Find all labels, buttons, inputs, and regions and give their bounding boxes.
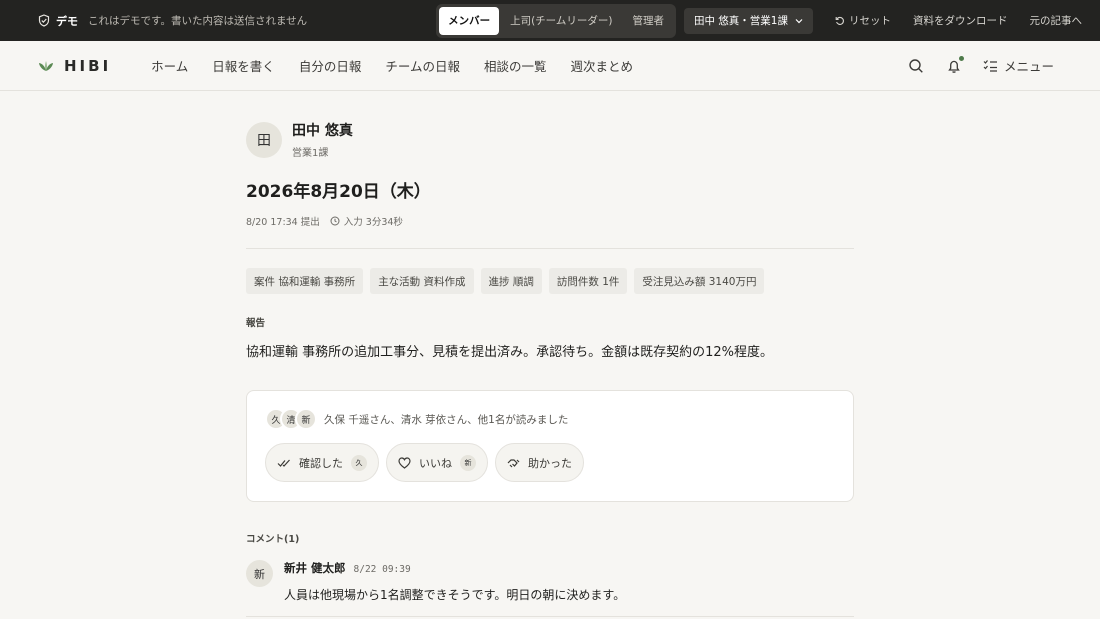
comment-item: 新 新井 健太郎 8/22 09:39 人員は他現場から1名調整できそうです。明… <box>246 560 854 603</box>
like-label: いいね <box>419 456 452 470</box>
comments-label: コメント(1) <box>246 534 300 545</box>
report-tags: 案件 協和運輸 事務所 主な活動 資料作成 進捗 順調 訪問件数 1件 受注見込… <box>246 268 854 294</box>
notification-dot <box>958 55 964 61</box>
logo-text: HIBI <box>64 56 112 75</box>
reset-label: リセット <box>849 15 891 27</box>
report-body: 協和運輸 事務所の追加工事分、見積を提出済み。承認待ち。金額は既存契約の12%程… <box>246 345 774 360</box>
divider <box>246 248 854 249</box>
reset-button[interactable]: リセット <box>835 13 891 28</box>
readers-row: 久 清 新 久保 千遥さん、清水 芽依さん、他1名が読みました <box>265 408 835 430</box>
commenter-name: 新井 健太郎 <box>284 561 346 575</box>
demo-bar: デモ これはデモです。書いた内容は送信されません メンバー 上司(チームリーダー… <box>0 0 1100 41</box>
menu-button[interactable]: メニュー <box>983 56 1054 75</box>
user-select[interactable]: 田中 悠真・営業1課 <box>683 7 813 34</box>
reaction-buttons: 確認した 久 いいね 新 助かった <box>265 443 835 482</box>
confirmed-label: 確認した <box>299 456 343 470</box>
author-name: 田中 悠真 <box>292 123 353 139</box>
report-date: 2026年8月20日（木） <box>246 182 431 202</box>
report-detail: 田 田中 悠真 営業1課 2026年8月20日（木） 8/20 17:34 提出… <box>246 91 854 603</box>
report-author: 田 田中 悠真 営業1課 <box>246 120 854 159</box>
author-dept: 営業1課 <box>292 148 329 159</box>
nav-actions: メニュー <box>907 55 1054 75</box>
demo-note: これはデモです。書いた内容は送信されません <box>88 15 308 27</box>
helpful-button[interactable]: 助かった <box>495 443 584 482</box>
navbar: HIBI ホーム 日報を書く 自分の日報 チームの日報 相談の一覧 週次まとめ … <box>0 41 1100 91</box>
comment-time: 8/22 09:39 <box>353 564 411 575</box>
tag-visits: 訪問件数 1件 <box>548 268 628 294</box>
main-nav: ホーム 日報を書く 自分の日報 チームの日報 相談の一覧 週次まとめ <box>139 56 645 75</box>
readers-text: 久保 千遥さん、清水 芽依さん、他1名が読みました <box>324 413 569 426</box>
divider <box>246 616 854 617</box>
role-admin-button[interactable]: 管理者 <box>623 7 673 35</box>
reactor-avatar: 久 <box>351 454 367 471</box>
helpful-label: 助かった <box>528 456 572 470</box>
nav-home[interactable]: ホーム <box>139 56 200 75</box>
nav-my-reports[interactable]: 自分の日報 <box>287 56 374 75</box>
nav-write-report[interactable]: 日報を書く <box>200 56 287 75</box>
report-meta: 8/20 17:34 提出 入力 3分34秒 <box>246 214 854 228</box>
role-member-button[interactable]: メンバー <box>439 6 500 35</box>
download-link[interactable]: 資料をダウンロード <box>913 13 1008 28</box>
clock-icon <box>330 216 340 226</box>
search-button[interactable] <box>907 57 925 75</box>
tag-expected-order: 受注見込み額 3140万円 <box>634 268 765 294</box>
nav-team-reports[interactable]: チームの日報 <box>373 56 472 75</box>
comment-text: 人員は他現場から1名調整できそうです。明日の朝に決めます。 <box>284 588 626 602</box>
checklist-icon <box>983 60 997 72</box>
heart-icon <box>398 456 411 469</box>
commenter-avatar: 新 <box>246 560 273 587</box>
menu-label: メニュー <box>1003 59 1054 74</box>
reader-avatars: 久 清 新 <box>265 408 317 430</box>
input-duration: 入力 3分34秒 <box>330 214 403 228</box>
submitted-time: 8/20 17:34 提出 <box>246 217 320 228</box>
reader-avatar: 新 <box>295 408 317 430</box>
role-leader-button[interactable]: 上司(チームリーダー) <box>501 7 621 35</box>
nav-consultations[interactable]: 相談の一覧 <box>472 56 559 75</box>
report-section-label: 報告 <box>246 318 266 329</box>
input-duration-text: 入力 3分34秒 <box>343 217 403 228</box>
logo[interactable]: HIBI <box>38 57 111 75</box>
tag-activity: 主な活動 資料作成 <box>370 268 474 294</box>
author-avatar: 田 <box>246 121 282 158</box>
like-button[interactable]: いいね 新 <box>386 443 488 482</box>
demo-tag: デモ <box>38 13 78 29</box>
reactor-avatar: 新 <box>460 454 476 471</box>
reactions-card: 久 清 新 久保 千遥さん、清水 芽依さん、他1名が読みました 確認した 久 い… <box>246 390 854 502</box>
nav-weekly-summary[interactable]: 週次まとめ <box>558 56 645 75</box>
role-switcher: メンバー 上司(チームリーダー) 管理者 <box>436 3 676 38</box>
shield-check-icon <box>38 14 50 27</box>
user-select-value: 田中 悠真・営業1課 <box>693 15 788 27</box>
confirmed-button[interactable]: 確認した 久 <box>265 443 379 482</box>
search-icon <box>909 58 923 73</box>
tag-progress: 進捗 順調 <box>480 268 542 294</box>
reset-icon <box>835 16 844 25</box>
demo-label: デモ <box>56 14 78 28</box>
notifications-button[interactable] <box>945 55 964 75</box>
double-check-icon <box>277 459 290 467</box>
leaf-logo-icon <box>39 60 53 71</box>
original-article-link[interactable]: 元の記事へ <box>1030 13 1083 28</box>
chevron-down-icon <box>795 18 803 23</box>
tag-project: 案件 協和運輸 事務所 <box>246 268 364 294</box>
handshake-icon <box>507 458 520 467</box>
